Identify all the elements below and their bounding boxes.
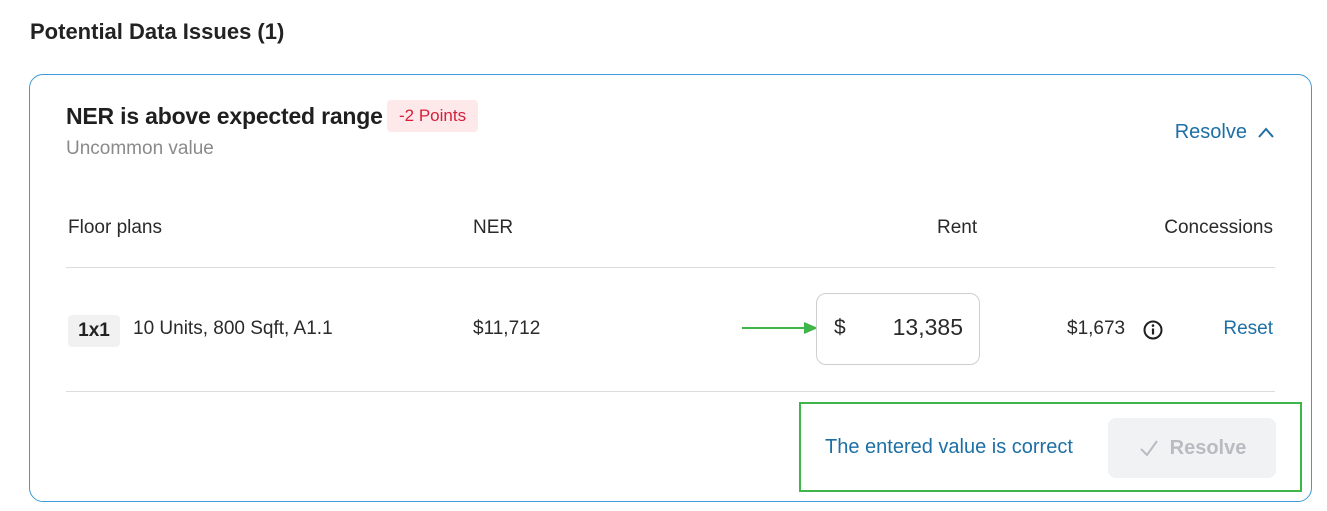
header-floor-plans: Floor plans xyxy=(68,217,162,238)
confirm-correct-link[interactable]: The entered value is correct xyxy=(825,436,1073,459)
section-title: Potential Data Issues (1) xyxy=(30,19,285,44)
header-rent: Rent xyxy=(937,217,978,238)
resolve-button-label: Resolve xyxy=(1169,436,1247,459)
unit-type-badge: 1x1 xyxy=(68,315,120,347)
chevron-up-icon xyxy=(1258,126,1274,138)
rent-currency-symbol: $ xyxy=(834,316,846,339)
arrow-right-icon xyxy=(742,322,818,334)
ner-value: $11,712 xyxy=(473,318,541,339)
confirm-highlight-box: The entered value is correct Resolve xyxy=(799,402,1302,492)
issue-title: NER is above expected range xyxy=(66,103,383,129)
header-ner: NER xyxy=(473,217,514,238)
floor-plan-description: 10 Units, 800 Sqft, A1.1 xyxy=(133,318,333,339)
issue-subtitle: Uncommon value xyxy=(66,138,214,159)
points-badge: -2 Points xyxy=(387,100,479,132)
rent-input-field[interactable]: $ xyxy=(816,293,980,365)
resolve-toggle-label: Resolve xyxy=(1174,121,1247,143)
row-divider xyxy=(66,391,1275,392)
issue-card: NER is above expected range -2 Points Un… xyxy=(29,74,1312,502)
concessions-value: $1,673 xyxy=(1067,318,1126,339)
rent-input[interactable] xyxy=(853,314,963,341)
header-concessions: Concessions xyxy=(1164,217,1273,238)
resolve-button[interactable]: Resolve xyxy=(1108,418,1276,478)
info-icon[interactable] xyxy=(1142,319,1164,341)
check-icon xyxy=(1139,440,1158,457)
resolve-toggle-button[interactable]: Resolve xyxy=(1175,121,1275,144)
header-divider xyxy=(66,267,1275,268)
reset-link[interactable]: Reset xyxy=(1223,318,1273,340)
